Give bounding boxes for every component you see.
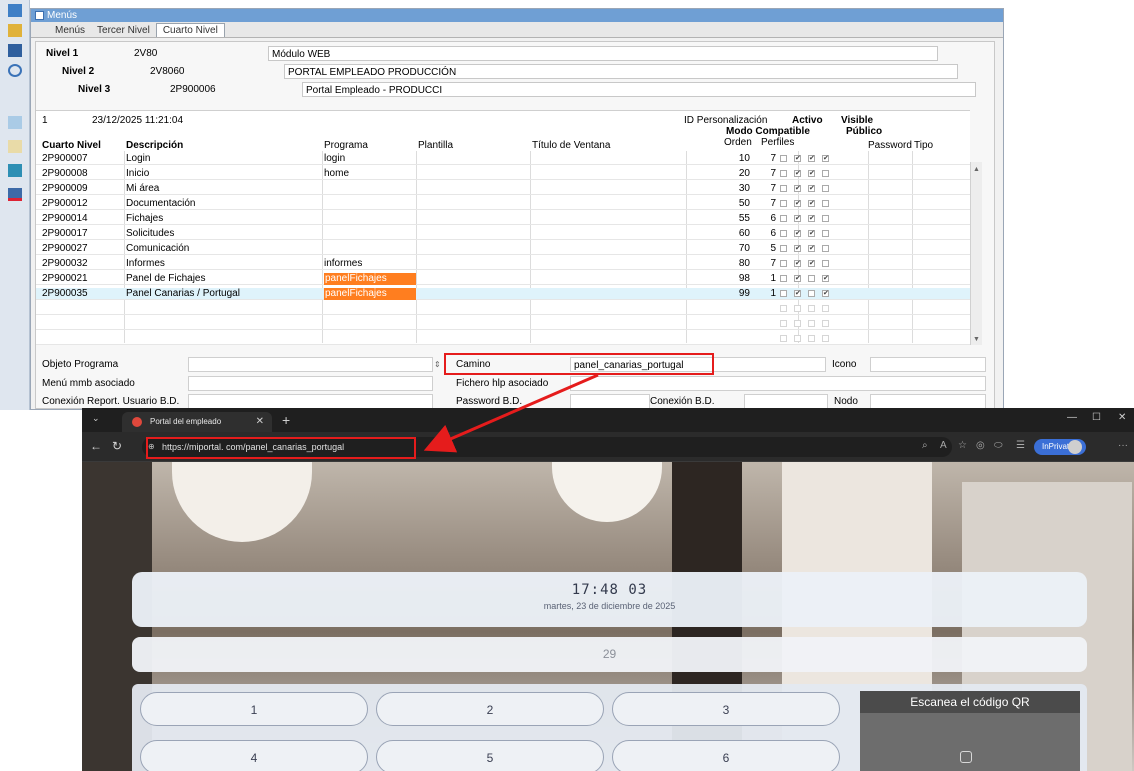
arrow-line <box>423 373 599 453</box>
connector-arrow <box>423 373 599 453</box>
